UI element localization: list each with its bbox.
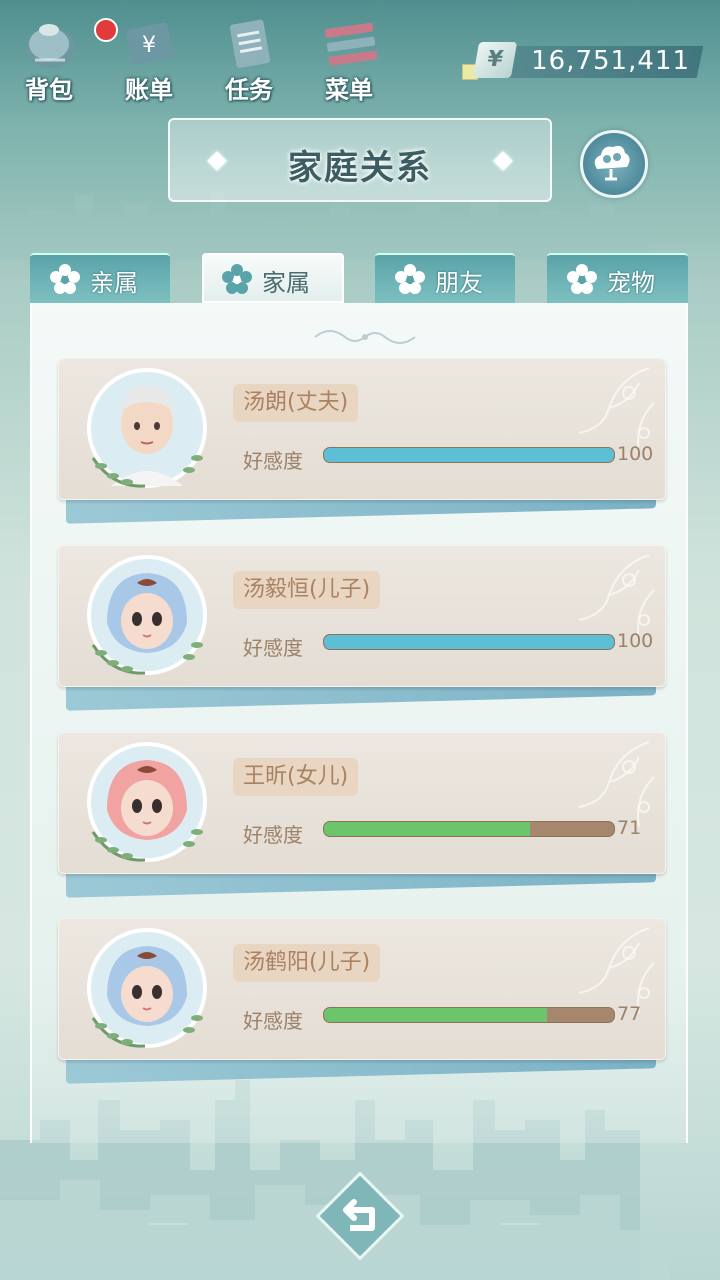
affinity-label: 好感度 xyxy=(243,1009,303,1033)
member-name: 王昕(女儿) xyxy=(233,758,359,796)
bag-icon xyxy=(27,24,75,68)
nav-bag-button[interactable]: 背包 xyxy=(4,8,118,104)
tab-relatives-label: 亲属 xyxy=(90,269,138,297)
affinity-bar-fill xyxy=(324,635,614,649)
page-title-box: 家庭关系 xyxy=(168,118,552,202)
member-card[interactable]: 王昕(女儿) 好感度 71 xyxy=(58,732,666,898)
tab-family-label: 家属 xyxy=(262,269,310,297)
task-list-icon xyxy=(229,19,271,68)
svg-text:¥: ¥ xyxy=(142,33,156,58)
nav-task-button[interactable]: 任务 xyxy=(204,8,294,104)
affinity-value: 100 xyxy=(617,443,654,465)
avatar[interactable] xyxy=(85,553,209,677)
affinity-value: 71 xyxy=(617,817,642,839)
flower-icon xyxy=(567,264,597,294)
nav-menu-label: 菜单 xyxy=(325,76,373,104)
tab-pets-label: 宠物 xyxy=(607,269,655,297)
avatar[interactable] xyxy=(85,926,209,1050)
page-title: 家庭关系 xyxy=(288,148,432,188)
affinity-bar-fill xyxy=(324,822,530,836)
nav-bill-label: 账单 xyxy=(125,76,173,104)
decorative-line-right xyxy=(501,1223,541,1225)
card-face: 汤朗(丈夫) 好感度 100 xyxy=(58,358,666,500)
affinity-value: 77 xyxy=(617,1003,642,1025)
affinity-label: 好感度 xyxy=(243,823,303,847)
member-name: 汤毅恒(儿子) xyxy=(233,571,381,609)
card-face: 王昕(女儿) 好感度 71 xyxy=(58,732,666,874)
member-card[interactable]: 汤毅恒(儿子) 好感度 100 xyxy=(58,545,666,711)
money-amount: 16,751,411 xyxy=(531,46,690,76)
avatar[interactable] xyxy=(85,366,209,490)
decorative-line-left xyxy=(149,1223,188,1225)
affinity-bar xyxy=(323,447,615,463)
affinity-bar xyxy=(323,821,615,837)
flower-icon xyxy=(50,264,80,294)
avatar[interactable] xyxy=(85,740,209,864)
menu-icon xyxy=(324,22,378,66)
affinity-bar xyxy=(323,1007,615,1023)
back-button[interactable] xyxy=(314,1170,406,1262)
family-tree-icon xyxy=(594,145,630,181)
nav-menu-button[interactable]: 菜单 xyxy=(304,8,394,104)
flower-icon xyxy=(395,264,425,294)
back-arrow-icon xyxy=(315,1171,405,1261)
flower-icon xyxy=(222,264,252,294)
scroll-ornament xyxy=(314,330,416,344)
currency-display: ¥ 16,751,411 xyxy=(462,42,704,82)
member-card[interactable]: 汤朗(丈夫) 好感度 100 xyxy=(58,358,666,524)
member-name: 汤鹤阳(儿子) xyxy=(233,944,381,982)
yen-icon: ¥ xyxy=(472,42,518,78)
affinity-value: 100 xyxy=(617,630,654,652)
member-card[interactable]: 汤鹤阳(儿子) 好感度 77 xyxy=(58,918,666,1084)
nav-task-label: 任务 xyxy=(225,76,273,104)
affinity-label: 好感度 xyxy=(243,636,303,660)
tab-friends[interactable]: 朋友 xyxy=(375,253,515,303)
card-face: 汤鹤阳(儿子) 好感度 77 xyxy=(58,918,666,1060)
tab-family[interactable]: 家属 xyxy=(202,253,344,303)
affinity-label: 好感度 xyxy=(243,449,303,473)
member-name: 汤朗(丈夫) xyxy=(233,384,359,422)
affinity-bar-fill xyxy=(324,1008,548,1022)
tab-friends-label: 朋友 xyxy=(435,269,483,297)
nav-bill-button[interactable]: ¥ 账单 xyxy=(104,8,194,104)
top-nav: 背包 ¥ 账单 任务 菜单 ¥ 16,751,411 xyxy=(0,0,720,110)
nav-bag-label: 背包 xyxy=(25,76,73,104)
bill-icon: ¥ xyxy=(126,22,174,66)
tab-pets[interactable]: 宠物 xyxy=(547,253,688,303)
affinity-bar xyxy=(323,634,615,650)
card-face: 汤毅恒(儿子) 好感度 100 xyxy=(58,545,666,687)
affinity-bar-fill xyxy=(324,448,614,462)
family-tree-button[interactable] xyxy=(580,130,648,198)
tab-relatives[interactable]: 亲属 xyxy=(30,253,170,303)
